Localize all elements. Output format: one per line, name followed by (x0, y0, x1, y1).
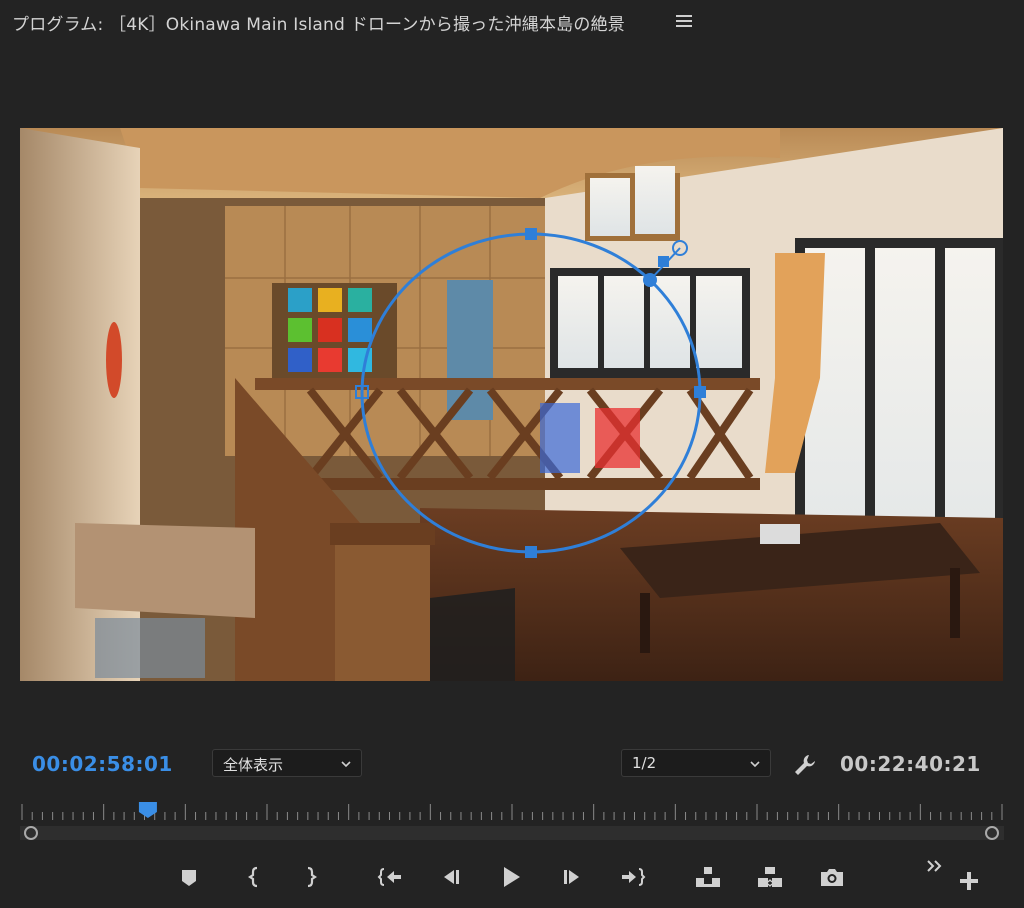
lift-button[interactable] (693, 862, 723, 892)
monitor-controls: 00:02:58:01 全体表示 1/2 00:22:40:21 (0, 740, 1024, 790)
playback-resolution-value: 1/2 (632, 754, 657, 772)
mark-out-icon (307, 866, 317, 888)
mask-handle-right[interactable] (694, 386, 706, 398)
play-button[interactable] (496, 862, 526, 892)
current-timecode[interactable]: 00:02:58:01 (32, 752, 173, 776)
mask-feather-handle[interactable] (643, 273, 657, 287)
mark-in-icon (248, 866, 258, 888)
go-to-out-icon (622, 868, 646, 886)
zoom-handle-left[interactable] (24, 826, 38, 840)
step-forward-button[interactable] (558, 862, 588, 892)
wrench-icon[interactable] (792, 752, 818, 778)
panel-menu-icon[interactable] (676, 12, 692, 30)
button-editor-button[interactable] (956, 868, 982, 894)
mask-expansion-handle[interactable] (658, 256, 669, 267)
ruler-ticks (20, 802, 1004, 840)
ellipse-mask[interactable] (20, 128, 1003, 681)
panel-title: プログラム: ［4K］Okinawa Main Island ドローンから撮った… (12, 15, 625, 35)
timeline-ruler[interactable] (20, 800, 1004, 846)
double-chevron-right-icon (927, 860, 942, 872)
lift-icon (696, 867, 720, 887)
program-monitor-video[interactable] (20, 128, 1003, 681)
playback-resolution-select[interactable]: 1/2 (621, 749, 771, 777)
camera-icon (821, 869, 843, 886)
add-marker-icon (182, 870, 196, 886)
step-back-icon (444, 870, 459, 884)
extract-icon (758, 867, 782, 887)
plus-icon (960, 872, 978, 890)
mark-out-button[interactable] (295, 862, 325, 892)
zoom-level-value: 全体表示 (223, 756, 284, 774)
step-forward-icon (564, 870, 579, 884)
export-frame-button[interactable] (817, 862, 847, 892)
zoom-handle-right[interactable] (985, 826, 999, 840)
mask-handle-bottom[interactable] (525, 546, 537, 558)
chevron-down-icon (341, 761, 351, 768)
panel-header: プログラム: ［4K］Okinawa Main Island ドローンから撮った… (0, 0, 1024, 44)
mask-handle-top[interactable] (525, 228, 537, 240)
go-to-out-button[interactable] (618, 862, 648, 892)
go-to-in-icon (377, 868, 401, 886)
more-controls-button[interactable] (922, 856, 948, 880)
play-icon (504, 867, 520, 887)
zoom-level-select[interactable]: 全体表示 (212, 749, 362, 777)
add-marker-button[interactable] (174, 862, 204, 892)
step-back-button[interactable] (435, 862, 465, 892)
transport-controls (0, 856, 1024, 900)
extract-button[interactable] (755, 862, 785, 892)
go-to-in-button[interactable] (375, 862, 405, 892)
chevron-down-icon (750, 761, 760, 768)
duration-timecode: 00:22:40:21 (840, 752, 981, 776)
mark-in-button[interactable] (240, 862, 270, 892)
